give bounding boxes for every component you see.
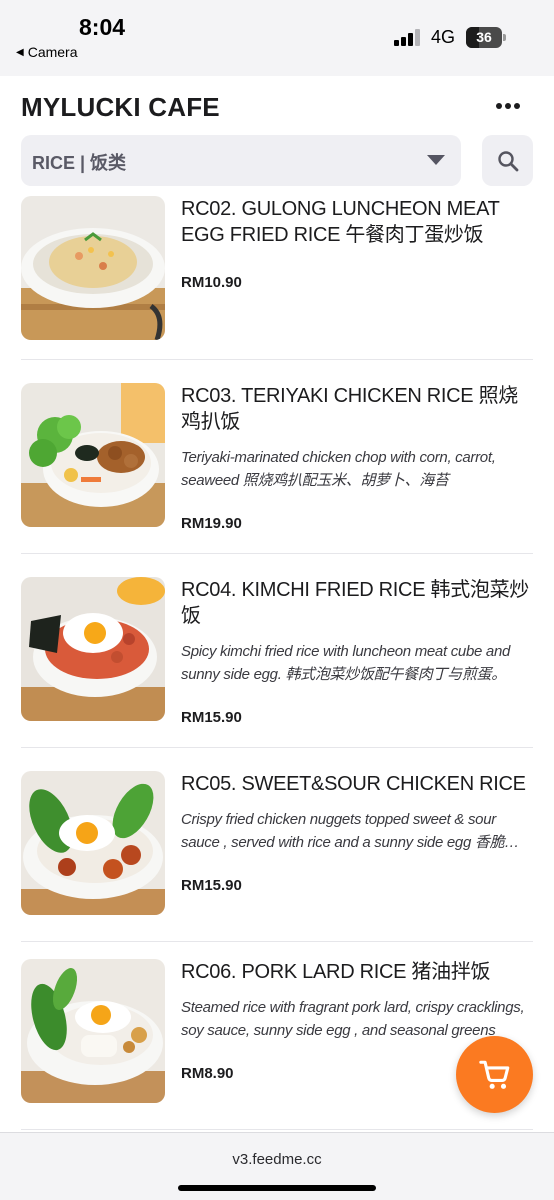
item-name: RC04. KIMCHI FRIED RICE 韩式泡菜炒饭 (181, 579, 529, 627)
caret-down-icon (427, 155, 445, 165)
item-price: RM8.90 (181, 1065, 234, 1082)
item-name: RC06. PORK LARD RICE 猪油拌饭 (181, 961, 491, 983)
back-to-camera-link[interactable]: ◀ Camera (16, 44, 78, 60)
network-type: 4G (431, 27, 456, 47)
battery-icon: 36 (466, 27, 506, 48)
item-description: Teriyaki-marinated chicken chop with cor… (181, 449, 496, 489)
menu-item[interactable]: RC03. TERIYAKI CHICKEN RICE 照烧鸡扒饭 Teriya… (21, 360, 533, 554)
item-price: RM10.90 (181, 274, 242, 291)
page-title: MYLUCKI CAFE (21, 92, 220, 122)
food-image (21, 771, 165, 915)
menu-item[interactable]: RC06. PORK LARD RICE 猪油拌饭 Steamed rice w… (21, 936, 533, 1130)
cart-button[interactable] (456, 1036, 533, 1113)
back-label: Camera (27, 44, 78, 60)
back-arrow-icon: ◀ (16, 46, 24, 58)
item-price: RM15.90 (181, 877, 242, 894)
battery-level: 36 (476, 29, 492, 45)
shopping-cart-icon (478, 1060, 509, 1089)
cellular-signal-icon (394, 29, 420, 46)
menu-item[interactable]: RC02. GULONG LUNCHEON MEAT EGG FRIED RIC… (21, 166, 533, 360)
url-label[interactable]: v3.feedme.cc (0, 1151, 554, 1168)
item-description: Steamed rice with fragrant pork lard, cr… (181, 999, 525, 1039)
status-bar: 8:04 ◀ Camera 4G 36 (0, 0, 554, 76)
item-price: RM15.90 (181, 709, 242, 726)
menu-item[interactable]: RC05. SWEET&SOUR CHICKEN RICE Crispy fri… (21, 748, 533, 942)
browser-bottom-bar: v3.feedme.cc (0, 1132, 554, 1200)
status-time: 8:04 (79, 14, 126, 40)
item-price: RM19.90 (181, 515, 242, 532)
food-image (21, 959, 165, 1103)
more-options-button[interactable] (490, 94, 526, 118)
item-name: RC02. GULONG LUNCHEON MEAT EGG FRIED RIC… (181, 198, 500, 246)
item-description: Crispy fried chicken nuggets topped swee… (181, 811, 519, 851)
menu-item[interactable]: RC04. KIMCHI FRIED RICE 韩式泡菜炒饭 Spicy kim… (21, 554, 533, 748)
food-image (21, 196, 165, 340)
more-horizontal-icon (496, 103, 502, 109)
item-name: RC03. TERIYAKI CHICKEN RICE 照烧鸡扒饭 (181, 385, 518, 433)
food-image (21, 383, 165, 527)
home-indicator[interactable] (178, 1185, 376, 1191)
food-image (21, 577, 165, 721)
item-name: RC05. SWEET&SOUR CHICKEN RICE (181, 773, 526, 795)
item-description: Spicy kimchi fried rice with luncheon me… (181, 643, 511, 683)
